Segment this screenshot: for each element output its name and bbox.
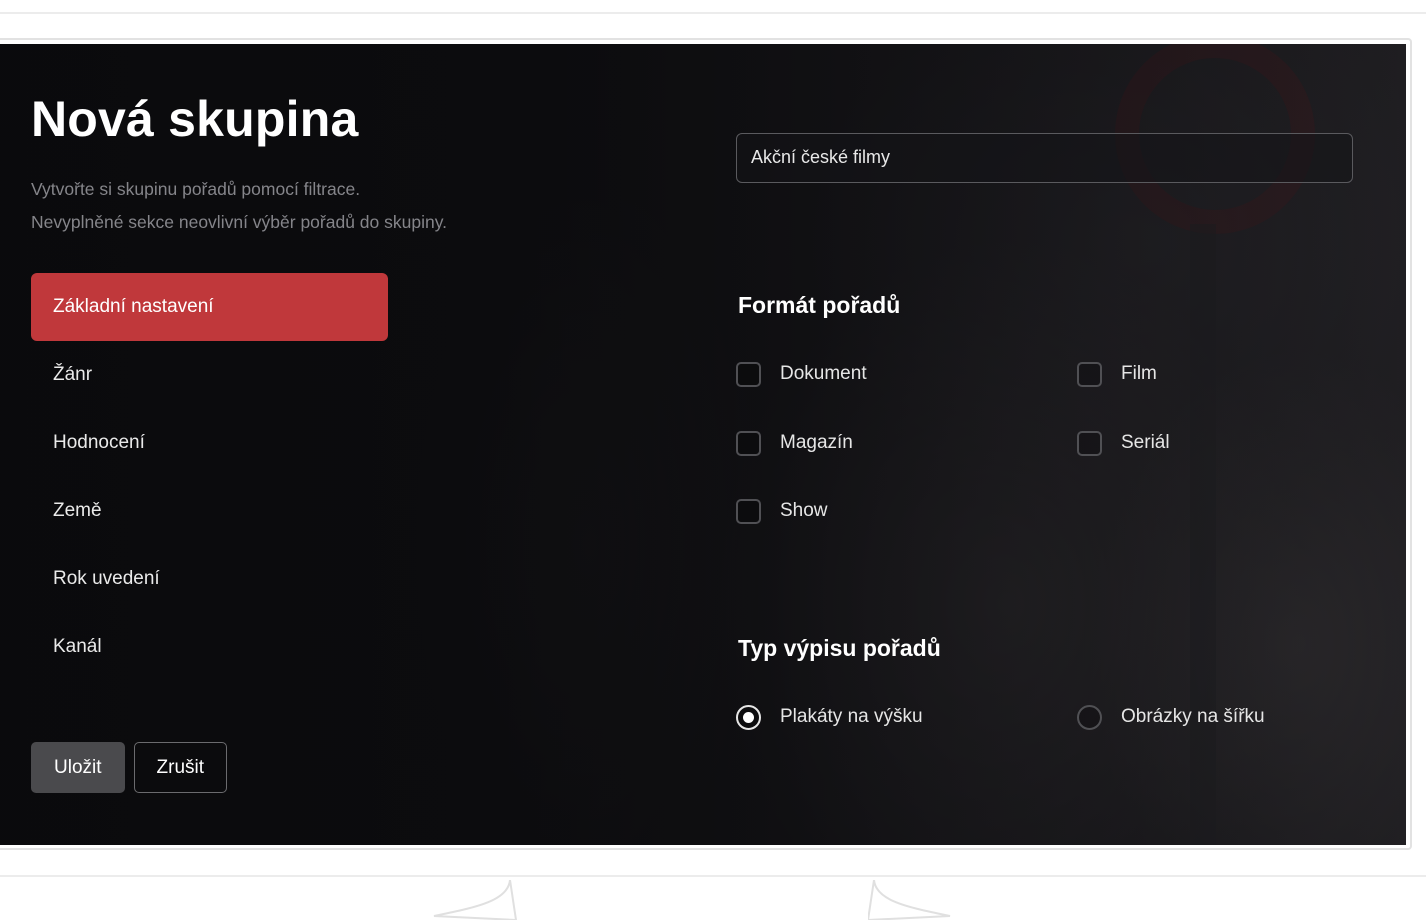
sidebar-item-country[interactable]: Země [31,477,388,545]
format-option-film[interactable]: Film [1077,360,1157,388]
tv-screen: Nová skupina Vytvořte si skupinu pořadů … [0,44,1406,845]
format-section-title: Formát pořadů [738,292,901,318]
option-label: Film [1121,363,1157,384]
checkbox[interactable] [736,361,761,387]
format-option-dokument[interactable]: Dokument [736,360,867,388]
tv-stand-left [433,880,517,920]
listing-section-title: Typ výpisu pořadů [738,635,941,661]
checkbox[interactable] [736,498,761,524]
sidebar-item-rating[interactable]: Hodnocení [31,409,388,477]
radio-button[interactable] [1077,704,1102,730]
option-label: Dokument [780,363,867,384]
sidebar-item-release-year[interactable]: Rok uvedení [31,545,388,613]
subtitle-line-1: Vytvořte si skupinu pořadů pomocí filtra… [31,179,361,199]
sidebar-item-channel[interactable]: Kanál [31,613,388,681]
option-label: Seriál [1121,432,1170,453]
format-option-magazin[interactable]: Magazín [736,429,853,457]
top-divider [0,12,1426,14]
radio-button-selected[interactable] [736,704,761,730]
action-buttons: Uložit Zrušit [31,742,228,793]
page-title: Nová skupina [31,91,359,147]
sidebar-item-basic-settings[interactable]: Základní nastavení [31,273,388,341]
sidebar-menu: Základní nastavení Žánr Hodnocení Země R… [31,273,388,681]
option-label: Obrázky na šířku [1121,706,1265,727]
option-label: Magazín [780,432,853,453]
sidebar-item-genre[interactable]: Žánr [31,341,388,409]
format-option-serial[interactable]: Seriál [1077,429,1170,457]
new-group-dialog: Nová skupina Vytvořte si skupinu pořadů … [0,44,1406,845]
bottom-divider [0,875,1426,877]
tv-stand-right [868,880,951,920]
checkbox[interactable] [1077,361,1102,387]
option-label: Show [780,500,828,521]
page-subtitle: Vytvořte si skupinu pořadů pomocí filtra… [31,173,631,239]
cancel-button[interactable]: Zrušit [133,742,228,793]
save-button[interactable]: Uložit [31,742,125,793]
format-option-show[interactable]: Show [736,497,828,525]
option-label: Plakáty na výšku [780,706,923,727]
checkbox[interactable] [736,430,761,456]
listing-option-posters[interactable]: Plakáty na výšku [736,703,923,731]
checkbox[interactable] [1077,430,1102,456]
group-name-input[interactable]: Akční české filmy [736,133,1353,183]
subtitle-line-2: Nevyplněné sekce neovlivní výběr pořadů … [31,212,448,232]
listing-option-landscape[interactable]: Obrázky na šířku [1077,703,1265,731]
